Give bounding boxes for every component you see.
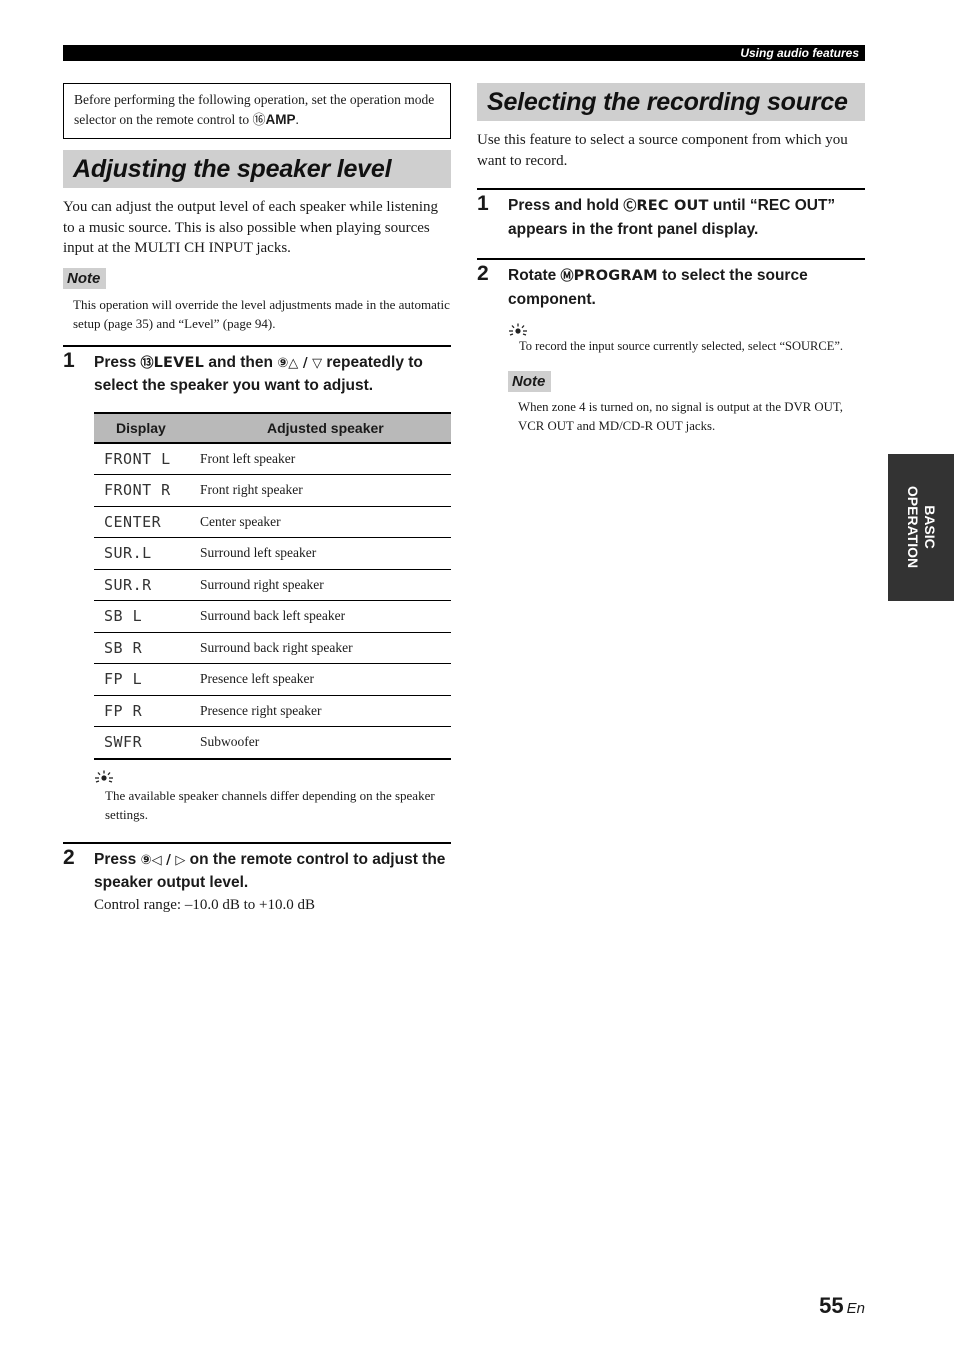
- note-block: Note When zone 4 is turned on, no signal…: [508, 370, 865, 437]
- speaker-name: Presence left speaker: [200, 663, 451, 696]
- table-row: SB L Surround back left speaker: [94, 600, 451, 633]
- step-1: 1 Press and hold ⒸREC OUT until “REC OUT…: [477, 188, 865, 258]
- intro-text: Use this feature to select a source comp…: [477, 132, 848, 169]
- page-number: 55 En: [819, 1293, 865, 1318]
- header-bar: Using audio features: [63, 45, 865, 61]
- button-number: ⑨: [277, 355, 289, 371]
- step-instruction: Press ⑬LEVEL and then ⑨△ / ▽ repeatedly …: [94, 353, 423, 395]
- note-block: Note This operation will override the le…: [63, 267, 451, 334]
- table-row: FP R Presence right speaker: [94, 695, 451, 727]
- step-2: 2 Press ⑨◁ / ▷ on the remote control to …: [63, 841, 451, 915]
- speaker-name: Subwoofer: [200, 726, 451, 760]
- speaker-name: Presence right speaker: [200, 695, 451, 727]
- display-code: SUR.L: [94, 537, 200, 570]
- level-button-label: LEVEL: [153, 354, 205, 371]
- control-range-text: Control range: –10.0 dB to +10.0 dB: [94, 896, 315, 913]
- table-row: FRONT L Front left speaker: [94, 442, 451, 475]
- intro-text: You can adjust the output level of each …: [63, 199, 439, 256]
- amp-label: AMP: [265, 112, 296, 127]
- table-row: CENTER Center speaker: [94, 506, 451, 538]
- section-title-recording-source: Selecting the recording source: [477, 83, 865, 121]
- tip-text: To record the input source currently sel…: [519, 339, 844, 353]
- step-2: 2 Rotate ⓂPROGRAM to select the source c…: [477, 258, 865, 437]
- table-row: FRONT R Front right speaker: [94, 474, 451, 507]
- table-row: SUR.R Surround right speaker: [94, 569, 451, 601]
- step-number: 1: [63, 348, 75, 372]
- speaker-name: Front right speaker: [200, 474, 451, 507]
- speaker-name: Surround back left speaker: [200, 600, 451, 633]
- section-label: Using audio features: [740, 46, 859, 60]
- left-column: Before performing the following operatio…: [63, 83, 451, 915]
- lightbulb-icon: [509, 323, 527, 336]
- step-number: 1: [477, 192, 489, 215]
- tip-block: To record the input source currently sel…: [477, 323, 865, 357]
- note-text: This operation will override the level a…: [73, 296, 450, 332]
- display-code: FP R: [94, 695, 200, 727]
- display-code: CENTER: [94, 506, 200, 538]
- left-right-arrows-icon: ◁ / ▷: [151, 852, 186, 868]
- rec-out-button-label: REC OUT: [636, 198, 709, 214]
- button-number: ⑨: [140, 852, 152, 868]
- note-badge: Note: [508, 370, 552, 392]
- display-code: FRONT L: [94, 442, 200, 475]
- step-instruction: Rotate ⓂPROGRAM to select the source com…: [508, 267, 808, 308]
- table-row: SUR.L Surround left speaker: [94, 537, 451, 570]
- chapter-tab-label: BASIC OPERATION: [905, 485, 938, 569]
- display-code: FP L: [94, 663, 200, 696]
- note-text: When zone 4 is turned on, no signal is o…: [518, 399, 843, 434]
- note-badge: Note: [63, 267, 107, 289]
- button-number: ⑬: [140, 355, 154, 371]
- chapter-tab: BASIC OPERATION: [888, 454, 954, 601]
- tip-text: The available speaker channels differ de…: [105, 787, 435, 823]
- button-number: ⑯: [252, 113, 266, 128]
- prerequisite-box: Before performing the following operatio…: [63, 83, 451, 139]
- up-down-arrows-icon: △ / ▽: [288, 355, 323, 371]
- speaker-name: Surround left speaker: [200, 537, 451, 570]
- section-title-speaker-level: Adjusting the speaker level: [63, 150, 451, 188]
- step-instruction: Press ⑨◁ / ▷ on the remote control to ad…: [94, 850, 446, 892]
- speaker-name: Front left speaker: [200, 442, 451, 475]
- button-letter: Ⓒ: [623, 199, 637, 214]
- right-column: Selecting the recording source Use this …: [477, 83, 865, 437]
- column-header-speaker: Adjusted speaker: [200, 411, 451, 444]
- step-instruction: Press and hold ⒸREC OUT until “REC OUT” …: [508, 197, 836, 238]
- speaker-table: Display Adjusted speaker FRONT L Front le…: [94, 411, 451, 760]
- display-code: SB R: [94, 632, 200, 664]
- display-code: SWFR: [94, 726, 200, 760]
- table-row: FP L Presence left speaker: [94, 663, 451, 696]
- display-code: FRONT R: [94, 474, 200, 507]
- step-number: 2: [63, 845, 75, 869]
- button-letter: Ⓜ: [560, 269, 574, 284]
- step-1: 1 Press ⑬LEVEL and then ⑨△ / ▽ repeatedl…: [63, 344, 451, 825]
- table-row: SB R Surround back right speaker: [94, 632, 451, 664]
- tip-block: The available speaker channels differ de…: [63, 770, 451, 825]
- display-code: SB L: [94, 600, 200, 633]
- speaker-name: Surround right speaker: [200, 569, 451, 601]
- speaker-name: Surround back right speaker: [200, 632, 451, 664]
- speaker-name: Center speaker: [200, 506, 451, 538]
- step-number: 2: [477, 262, 489, 285]
- table-row: SWFR Subwoofer: [94, 726, 451, 760]
- column-header-display: Display: [94, 411, 200, 444]
- display-code: SUR.R: [94, 569, 200, 601]
- program-button-label: PROGRAM: [573, 268, 658, 284]
- lightbulb-icon: [95, 770, 113, 783]
